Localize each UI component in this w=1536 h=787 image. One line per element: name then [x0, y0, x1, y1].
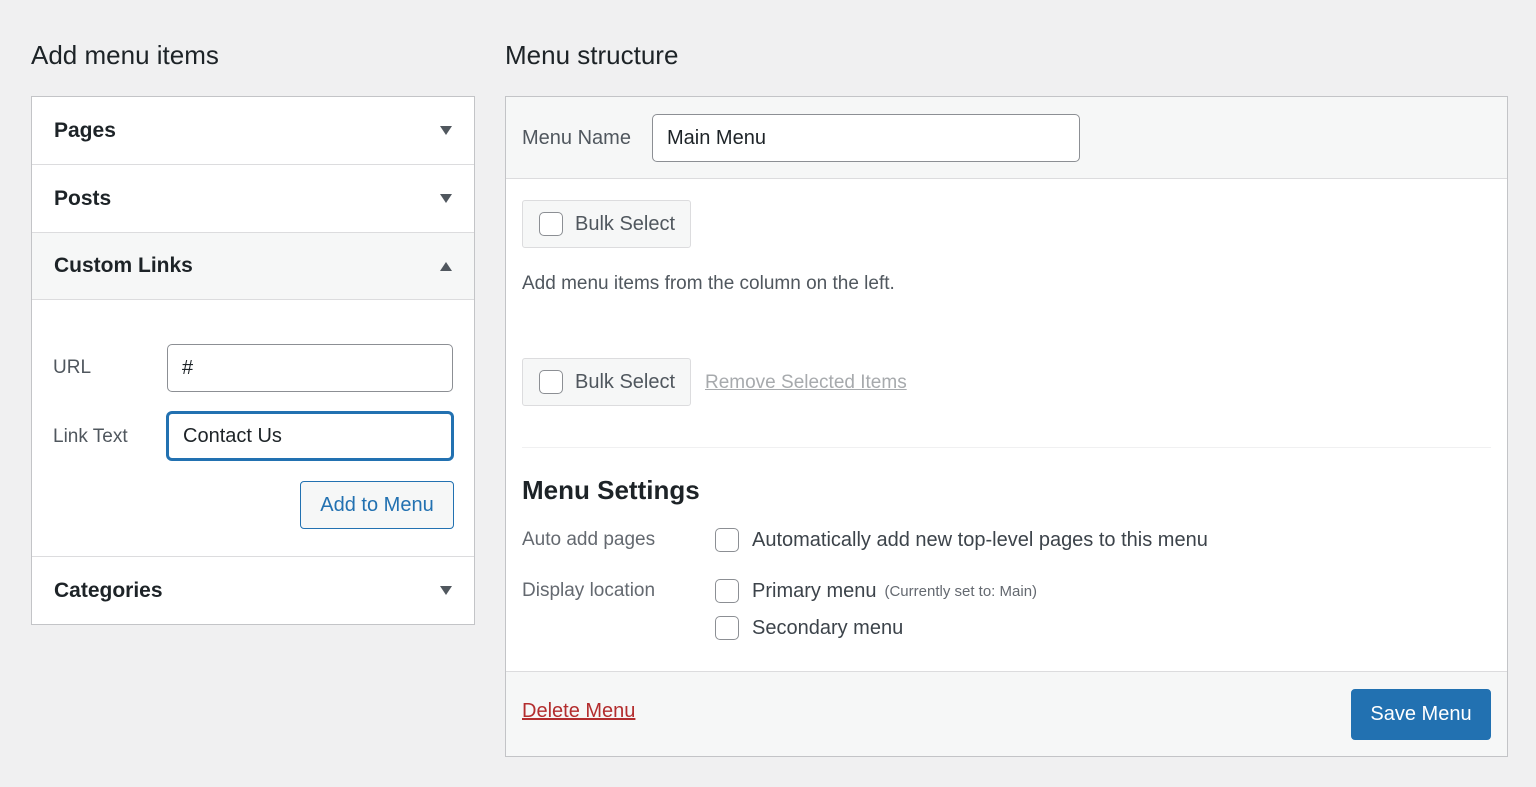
- divider: [522, 447, 1491, 448]
- menu-structure-heading: Menu structure: [505, 40, 679, 70]
- primary-menu-note: (Currently set to: Main): [884, 582, 1038, 600]
- menu-help-text: Add menu items from the column on the le…: [522, 273, 895, 294]
- add-to-menu-button[interactable]: Add to Menu: [300, 481, 454, 529]
- menu-name-label: Menu Name: [522, 127, 631, 149]
- custom-links-title: Custom Links: [54, 254, 193, 277]
- menu-footer: Delete Menu Save Menu: [506, 671, 1507, 756]
- url-input[interactable]: [167, 344, 453, 392]
- menu-name-bar: Menu Name: [506, 97, 1507, 179]
- save-menu-button[interactable]: Save Menu: [1351, 689, 1491, 740]
- bulk-select-label: Bulk Select: [575, 370, 676, 393]
- posts-toggle[interactable]: Posts: [32, 165, 474, 232]
- auto-add-pages-label: Auto add pages: [522, 529, 656, 550]
- url-label: URL: [53, 357, 92, 378]
- add-menu-items-accordion: Pages Posts Custom Links URL Link Text A…: [31, 96, 475, 625]
- chevron-down-icon: [440, 586, 452, 595]
- auto-add-option[interactable]: Automatically add new top-level pages to…: [715, 528, 1208, 552]
- categories-toggle[interactable]: Categories: [32, 557, 474, 624]
- bulk-select-top[interactable]: Bulk Select: [522, 200, 691, 248]
- pages-title: Pages: [54, 118, 116, 142]
- chevron-down-icon: [440, 194, 452, 203]
- primary-menu-checkbox[interactable]: [715, 579, 739, 603]
- categories-section: Categories: [32, 557, 474, 624]
- categories-title: Categories: [54, 578, 163, 602]
- secondary-menu-label: Secondary menu: [752, 616, 904, 639]
- secondary-menu-option[interactable]: Secondary menu: [715, 616, 903, 640]
- bulk-select-bottom[interactable]: Bulk Select: [522, 358, 691, 406]
- bulk-select-label: Bulk Select: [575, 212, 676, 235]
- posts-title: Posts: [54, 186, 112, 210]
- link-text-input[interactable]: [167, 412, 453, 460]
- delete-menu-link[interactable]: Delete Menu: [522, 700, 635, 723]
- secondary-menu-checkbox[interactable]: [715, 616, 739, 640]
- posts-section: Posts: [32, 165, 474, 233]
- pages-section: Pages: [32, 97, 474, 165]
- auto-add-checkbox[interactable]: [715, 528, 739, 552]
- custom-links-section: Custom Links URL Link Text Add to Menu: [32, 233, 474, 557]
- menu-settings-title: Menu Settings: [522, 475, 700, 505]
- add-menu-items-heading: Add menu items: [31, 40, 219, 70]
- auto-add-option-label: Automatically add new top-level pages to…: [752, 528, 1208, 551]
- chevron-up-icon: [440, 261, 452, 271]
- chevron-down-icon: [440, 126, 452, 135]
- display-location-label: Display location: [522, 580, 656, 601]
- pages-toggle[interactable]: Pages: [32, 97, 474, 164]
- bulk-select-checkbox[interactable]: [539, 370, 563, 394]
- menu-name-input[interactable]: [652, 114, 1080, 162]
- custom-links-panel: URL Link Text Add to Menu: [32, 300, 474, 556]
- bulk-select-checkbox[interactable]: [539, 212, 563, 236]
- primary-menu-label: Primary menu: [752, 579, 877, 602]
- menu-structure-panel: Menu Name Bulk Select Add menu items fro…: [505, 96, 1508, 757]
- remove-selected-items-link[interactable]: Remove Selected Items: [705, 372, 907, 394]
- primary-menu-option[interactable]: Primary menu (Currently set to: Main): [715, 579, 1037, 603]
- custom-links-toggle[interactable]: Custom Links: [32, 233, 474, 300]
- link-text-label: Link Text: [53, 426, 128, 447]
